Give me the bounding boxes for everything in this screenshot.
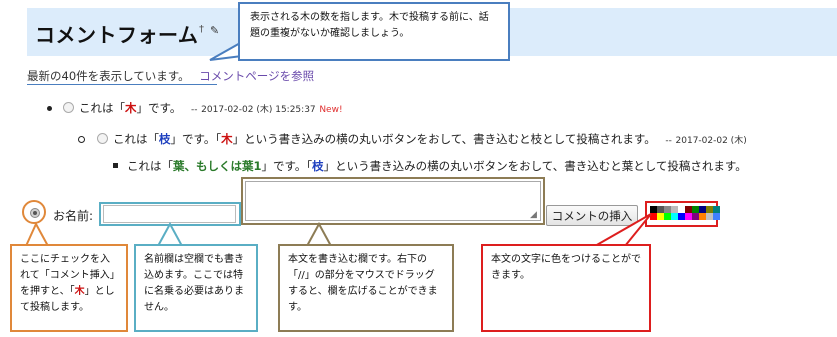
callout-name: 名前欄は空欄でも書き込めます。ここでは特に名乗る必要はありません。 <box>134 244 258 332</box>
comment-text: 」という書き込みの横の丸いボタンをおして、書き込むと葉として投稿されます。 <box>323 159 747 173</box>
color-swatch[interactable] <box>671 213 678 220</box>
color-swatch[interactable] <box>713 213 720 220</box>
comment-text: 」です。「 <box>261 159 313 173</box>
callout-name-text: 名前欄は空欄でも書き込めます。ここでは特に名乗る必要はありません。 <box>144 254 244 313</box>
summary-underline <box>27 84 217 85</box>
callout-radio-keyword: 木 <box>74 286 85 297</box>
color-swatch[interactable] <box>664 213 671 220</box>
new-tree-radio[interactable] <box>30 208 40 218</box>
comment-keyword-branch: 枝 <box>312 159 324 173</box>
date-separator: -- <box>191 105 198 115</box>
page-title: コメントフォーム <box>35 23 199 47</box>
comment-text: これは「 <box>79 101 125 115</box>
comment-text: これは「 <box>127 159 173 173</box>
bullet-dot <box>47 106 52 111</box>
color-swatch[interactable] <box>713 206 720 213</box>
comment-keyword-branch: 枝 <box>159 132 171 146</box>
comment-tree: これは「木」です。 -- 2017-02-02 (木) 15:25:37 New… <box>63 100 343 116</box>
color-swatch[interactable] <box>699 213 706 220</box>
color-swatch[interactable] <box>685 213 692 220</box>
color-swatch[interactable] <box>692 213 699 220</box>
title-anchor-marker[interactable]: † <box>199 24 204 35</box>
color-swatch[interactable] <box>699 206 706 213</box>
name-input[interactable] <box>103 205 236 223</box>
color-swatch[interactable] <box>706 213 713 220</box>
color-swatch[interactable] <box>706 206 713 213</box>
date-separator: -- <box>665 136 672 146</box>
comment-leaf: これは「葉、もしくは葉1」です。「枝」という書き込みの横の丸いボタンをおして、書… <box>127 158 747 174</box>
comment-branch-radio[interactable] <box>97 133 108 144</box>
comment-tree-radio[interactable] <box>63 102 74 113</box>
comment-text: 」です。 <box>136 101 182 115</box>
callout-tree-count: 表示される木の数を指します。木で投稿する前に、話題の重複がないか確認しましょう。 <box>238 2 510 61</box>
callout-body-text: 本文を書き込む欄です。右下の「//」の部分をマウスでドラッグすると、欄を広げるこ… <box>288 254 438 313</box>
comment-timestamp: 2017-02-02 (木) <box>675 136 747 146</box>
color-swatch[interactable] <box>692 206 699 213</box>
summary-text: 最新の40件を表示しています。 <box>27 69 190 83</box>
color-swatch[interactable] <box>664 206 671 213</box>
comment-keyword-tree: 木 <box>125 101 137 115</box>
color-swatch[interactable] <box>671 206 678 213</box>
color-swatch[interactable] <box>685 206 692 213</box>
callout-body: 本文を書き込む欄です。右下の「//」の部分をマウスでドラッグすると、欄を広げるこ… <box>278 244 454 332</box>
color-swatch[interactable] <box>678 206 685 213</box>
comment-body-textarea[interactable] <box>245 181 541 221</box>
bullet-square <box>113 163 118 168</box>
callout-color: 本文の文字に色をつけることができます。 <box>481 244 651 332</box>
new-badge: New! <box>319 105 343 115</box>
comment-page-link[interactable]: コメントページを参照 <box>199 69 314 83</box>
callout-tree-count-text: 表示される木の数を指します。木で投稿する前に、話題の重複がないか確認しましょう。 <box>250 12 489 39</box>
comment-text: 」です。「 <box>170 132 222 146</box>
color-swatch[interactable] <box>678 213 685 220</box>
comment-keyword-tree: 木 <box>221 132 233 146</box>
comment-keyword-leaf: 葉、もしくは葉1 <box>173 159 262 173</box>
comment-timestamp: 2017-02-02 (木) 15:25:37 <box>201 105 316 115</box>
pencil-icon[interactable]: ✎ <box>210 24 219 37</box>
summary-line: 最新の40件を表示しています。 コメントページを参照 <box>27 68 314 84</box>
comment-branch: これは「枝」です。「木」という書き込みの横の丸いボタンをおして、書き込むと枝とし… <box>97 131 747 147</box>
callout-color-text: 本文の文字に色をつけることができます。 <box>491 254 641 281</box>
comment-text: 」という書き込みの横の丸いボタンをおして、書き込むと枝として投稿されます。 <box>232 132 656 146</box>
resize-grip-icon[interactable]: ◢ <box>530 210 537 220</box>
bullet-ring <box>78 136 85 143</box>
callout-radio: ここにチェックを入れて「コメント挿入」を押すと、「木」として投稿します。 <box>10 244 128 332</box>
comment-text: これは「 <box>113 132 159 146</box>
